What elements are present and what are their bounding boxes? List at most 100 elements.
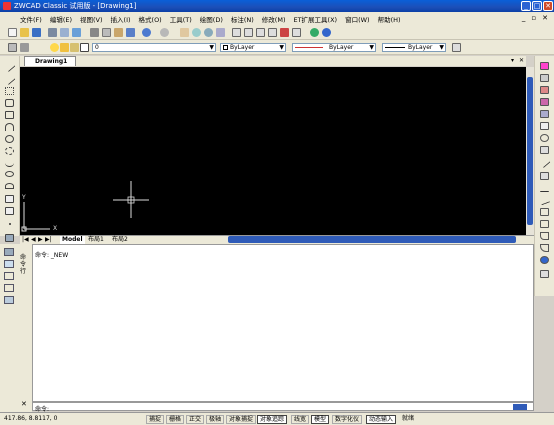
point-icon[interactable] <box>9 223 11 225</box>
tab-layout2[interactable]: 布局2 <box>112 236 128 244</box>
command-close-icon[interactable]: ✕ <box>21 400 27 408</box>
zoom-realtime-icon[interactable] <box>192 28 201 37</box>
nav-next-button[interactable]: ▶ <box>38 236 43 244</box>
grid-table-icon[interactable] <box>4 296 14 304</box>
save-icon[interactable] <box>32 28 41 37</box>
redo-icon[interactable] <box>160 28 169 37</box>
menu-modify[interactable]: 修改(M) <box>262 14 286 24</box>
zoom-previous-icon[interactable] <box>216 28 225 37</box>
search-icon[interactable] <box>310 28 319 37</box>
ellipse-icon[interactable] <box>5 171 14 177</box>
offset-icon[interactable] <box>540 98 549 106</box>
lengthen-icon[interactable] <box>540 172 549 180</box>
design-center-icon[interactable] <box>244 28 253 37</box>
print-preview-icon[interactable] <box>60 28 69 37</box>
menu-format[interactable]: 格式(O) <box>139 14 162 24</box>
minimize-button[interactable]: _ <box>521 1 531 11</box>
sheet-set-icon[interactable] <box>268 28 277 37</box>
explode-icon[interactable] <box>540 256 549 264</box>
scale-icon[interactable] <box>540 146 549 154</box>
menu-et-tools[interactable]: ET扩展工具(X) <box>293 14 337 24</box>
copy-object-icon[interactable] <box>540 74 549 82</box>
rectangle-icon[interactable] <box>5 111 14 119</box>
tool-palette-icon[interactable] <box>256 28 265 37</box>
rotate-icon[interactable] <box>540 134 549 142</box>
menu-dimension[interactable]: 标注(N) <box>231 14 254 24</box>
doc-close-button[interactable]: ✕ <box>542 14 548 22</box>
menu-tools[interactable]: 工具(T) <box>170 14 192 24</box>
snap-toggle[interactable]: 捕捉 <box>146 415 165 424</box>
join-icon[interactable] <box>540 220 549 228</box>
break-icon[interactable] <box>540 208 549 216</box>
markup-icon[interactable] <box>280 28 289 37</box>
vertical-scroll-thumb[interactable] <box>527 77 533 225</box>
layer-manager-icon[interactable] <box>8 43 17 52</box>
horizontal-scrollbar[interactable] <box>228 236 516 243</box>
ray-icon[interactable] <box>3 73 16 85</box>
model-toggle[interactable]: 模型 <box>311 415 330 424</box>
erase-icon[interactable] <box>540 62 549 70</box>
mirror-icon[interactable] <box>540 86 549 94</box>
lineweight-toggle[interactable]: 线宽 <box>291 415 310 424</box>
tab-list-chevron-icon[interactable]: ▾ <box>511 57 514 64</box>
menu-edit[interactable]: 编辑(E) <box>50 14 72 24</box>
region-icon[interactable] <box>4 260 14 268</box>
polar-toggle[interactable]: 极轴 <box>206 415 225 424</box>
revision-cloud-icon[interactable] <box>5 147 14 155</box>
properties-icon[interactable] <box>232 28 241 37</box>
chamfer-icon[interactable] <box>540 232 549 240</box>
properties-modify-icon[interactable] <box>540 270 549 278</box>
layer-state-icon[interactable] <box>20 43 29 52</box>
open-icon[interactable] <box>20 28 29 37</box>
cut-icon[interactable] <box>90 28 99 37</box>
circle-icon[interactable] <box>5 135 14 143</box>
plot-style-icon[interactable] <box>452 43 461 52</box>
extend-icon[interactable] <box>538 194 551 206</box>
hatch-icon[interactable] <box>5 234 14 242</box>
calculator-icon[interactable] <box>292 28 301 37</box>
print-icon[interactable] <box>48 28 57 37</box>
ortho-toggle[interactable]: 正交 <box>186 415 205 424</box>
doc-restore-button[interactable]: ▫ <box>531 14 536 22</box>
fillet-icon[interactable] <box>540 244 549 252</box>
hatch-tool-icon[interactable] <box>4 248 14 256</box>
linetype-select[interactable]: ByLayer ▼ <box>292 43 376 52</box>
publish-icon[interactable] <box>72 28 81 37</box>
menu-help[interactable]: 帮助(H) <box>378 14 401 24</box>
paste-icon[interactable] <box>114 28 123 37</box>
lineweight-select[interactable]: ByLayer ▼ <box>382 43 446 52</box>
command-scroll-thumb[interactable] <box>513 404 527 410</box>
vertical-scrollbar[interactable] <box>526 67 534 235</box>
tablet-toggle[interactable]: 数字化仪 <box>332 415 363 424</box>
table-tool-icon[interactable] <box>4 272 14 280</box>
copy-icon[interactable] <box>102 28 111 37</box>
tab-layout1[interactable]: 布局1 <box>88 236 104 244</box>
zoom-window-icon[interactable] <box>204 28 213 37</box>
doc-minimize-button[interactable]: _ <box>522 14 526 22</box>
tab-drawing1[interactable]: Drawing1 <box>24 56 76 66</box>
new-icon[interactable] <box>8 28 17 37</box>
command-input[interactable]: 命令: <box>32 402 534 413</box>
nav-last-button[interactable]: ▶| <box>45 236 52 244</box>
tab-model[interactable]: Model <box>60 236 85 244</box>
menu-draw[interactable]: 绘图(D) <box>200 14 223 24</box>
nav-first-button[interactable]: |◀ <box>22 236 29 244</box>
grid-toggle[interactable]: 栅格 <box>166 415 185 424</box>
osnap-toggle[interactable]: 对象捕捉 <box>226 415 257 424</box>
menu-file[interactable]: 文件(F) <box>20 14 42 24</box>
stretch-icon[interactable] <box>538 156 551 168</box>
color-select[interactable]: ByLayer ▼ <box>220 43 286 52</box>
close-button[interactable]: ✕ <box>543 1 553 11</box>
maximize-button[interactable]: □ <box>532 1 542 11</box>
nav-prev-button[interactable]: ◀ <box>31 236 36 244</box>
trim-icon[interactable] <box>540 184 549 192</box>
menu-window[interactable]: 窗口(W) <box>345 14 370 24</box>
layer-select[interactable]: 0 ▼ <box>92 43 216 52</box>
polygon-icon[interactable] <box>5 99 14 107</box>
dynamic-input-toggle[interactable]: 动态输入 <box>366 415 397 424</box>
ellipse-arc-icon[interactable] <box>5 183 14 189</box>
array-icon[interactable] <box>540 110 549 118</box>
tab-close-icon[interactable]: ✕ <box>519 57 524 64</box>
help-icon[interactable] <box>322 28 331 37</box>
make-block-icon[interactable] <box>5 207 14 215</box>
